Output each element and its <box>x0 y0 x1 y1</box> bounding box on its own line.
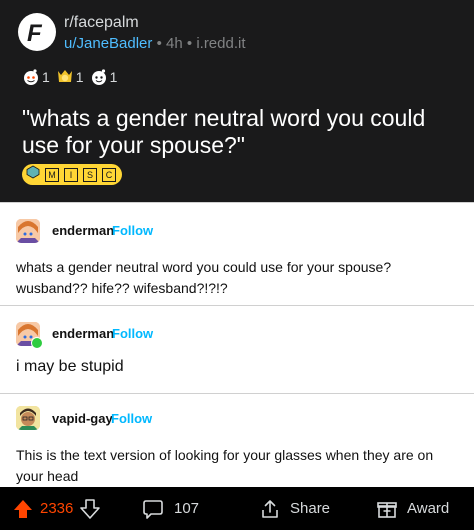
tweet-username[interactable]: enderman <box>52 326 114 341</box>
post-title[interactable]: "whats a gender neutral word you could u… <box>22 105 452 159</box>
vote-controls: 2336 <box>12 487 101 530</box>
post-flair[interactable]: M I S C <box>22 164 122 185</box>
meta-separator: • <box>186 35 193 52</box>
meta-separator: • <box>156 35 162 52</box>
wholesome-award-icon <box>90 68 108 86</box>
award-item[interactable]: 1 <box>22 68 50 86</box>
flair-letter: I <box>64 167 78 182</box>
follow-button[interactable]: Follow <box>111 411 152 426</box>
tweet-username[interactable]: vapid-gay <box>52 411 113 426</box>
avatar[interactable] <box>16 219 40 243</box>
tweet-text: This is the text version of looking for … <box>16 447 434 484</box>
share-button[interactable]: Share <box>259 487 330 530</box>
tweet-username[interactable]: enderman <box>52 223 114 238</box>
comment-count: 107 <box>174 500 200 517</box>
award-item[interactable]: 1 <box>90 68 118 86</box>
gift-award-icon <box>376 498 398 520</box>
tweet-text: whats a gender neutral word you could us… <box>16 259 392 296</box>
helpful-award-icon <box>22 68 40 86</box>
comments-button[interactable]: 107 <box>142 487 199 530</box>
award-item[interactable]: 1 <box>56 68 84 86</box>
follow-button[interactable]: Follow <box>112 326 153 341</box>
refresh-badge-icon <box>31 337 43 349</box>
tweet-card: vapid-gay Follow This is the text versio… <box>0 393 474 487</box>
vote-count: 2336 <box>40 500 74 517</box>
tweet-card: enderman Follow whats a gender neutral w… <box>0 202 474 305</box>
flair-letter: S <box>83 167 97 182</box>
subreddit-name[interactable]: r/facepalm <box>64 14 139 32</box>
award-button[interactable]: Award <box>376 487 449 530</box>
subreddit-avatar[interactable]: F <box>18 13 56 51</box>
share-icon <box>259 498 281 520</box>
share-label: Share <box>290 500 331 517</box>
award-count: 1 <box>75 69 84 85</box>
comment-bubble-icon <box>142 498 164 520</box>
upvote-arrow-icon[interactable] <box>12 498 34 520</box>
award-list[interactable]: 1 1 1 <box>22 68 117 86</box>
tweet-card: enderman Follow i may be stupid <box>0 305 474 393</box>
follow-button[interactable]: Follow <box>112 223 153 238</box>
award-count: 1 <box>42 69 50 85</box>
downvote-arrow-icon[interactable] <box>79 498 101 520</box>
flair-letter: C <box>102 167 116 182</box>
post-meta: u/JaneBadler • 4h • i.redd.it <box>64 35 246 52</box>
avatar[interactable] <box>16 406 40 430</box>
author-link[interactable]: u/JaneBadler <box>64 35 152 52</box>
gold-award-icon <box>56 68 74 86</box>
post-time: 4h <box>166 35 183 52</box>
post-domain[interactable]: i.redd.it <box>196 35 245 52</box>
post-action-bar: 2336 107 Share Award <box>0 487 474 530</box>
award-count: 1 <box>109 69 118 85</box>
flair-letter: M <box>45 167 59 182</box>
award-label: Award <box>407 500 450 517</box>
post-header: F r/facepalm u/JaneBadler • 4h • i.redd.… <box>0 0 474 202</box>
misc-flair-icon <box>26 165 40 184</box>
tweet-text: i may be stupid <box>16 358 124 375</box>
